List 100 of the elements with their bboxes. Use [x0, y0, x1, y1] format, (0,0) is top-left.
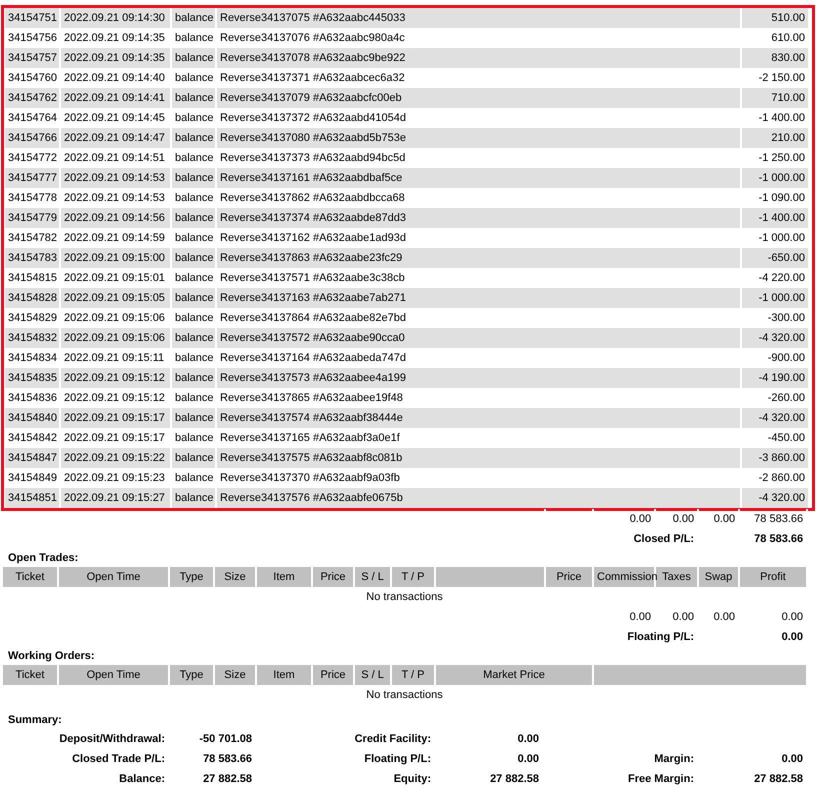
table-cell: 34154766: [5, 128, 60, 148]
column-header: T / P: [391, 665, 435, 685]
summary-label: Floating P/L:: [256, 749, 435, 769]
empty-message: No transactions: [3, 587, 807, 607]
column-header: Price: [312, 665, 354, 685]
table-cell: 34154835: [5, 368, 60, 388]
table-cell: 2022.09.21 09:15:22: [60, 448, 171, 468]
summary-value: -50 701.08: [169, 729, 256, 749]
table-cell: Reverse34137161 #A632aabdbaf5ce: [216, 168, 742, 188]
summary-label: Equity:: [256, 769, 435, 789]
table-cell: 710.00: [741, 88, 810, 108]
column-header: T / P: [391, 567, 435, 587]
column-header: Price: [545, 567, 593, 587]
table-cell: 510.00: [741, 8, 810, 28]
column-header: Open Time: [58, 665, 169, 685]
summary-value: 27 882.58: [435, 769, 543, 789]
table-cell: balance: [171, 88, 216, 108]
table-cell: 2022.09.21 09:14:47: [60, 128, 171, 148]
table-cell: balance: [171, 408, 216, 428]
total-value: 0.00: [593, 509, 656, 529]
column-header: Market Price: [435, 665, 593, 685]
table-cell: balance: [171, 48, 216, 68]
total-label: Closed P/L:: [3, 529, 698, 549]
total-label: Floating P/L:: [3, 627, 698, 647]
table-cell: 34154847: [5, 448, 60, 468]
table-cell: balance: [171, 328, 216, 348]
table-cell: Reverse34137078 #A632aabc9be922: [216, 48, 742, 68]
summary-label: Closed Trade P/L:: [3, 749, 169, 769]
table-cell: Reverse34137374 #A632aabde87dd3: [216, 208, 742, 228]
table-cell: balance: [171, 488, 216, 508]
total-value: 0.00: [739, 607, 807, 627]
table-cell: -1 000.00: [741, 168, 810, 188]
total-value: 0.00: [655, 607, 698, 627]
table-cell: 2022.09.21 09:14:41: [60, 88, 171, 108]
column-header: Item: [256, 665, 312, 685]
table-cell: balance: [171, 368, 216, 388]
table-cell: 830.00: [741, 48, 810, 68]
table-cell: Reverse34137574 #A632aabf38444e: [216, 408, 742, 428]
column-header: Type: [169, 665, 214, 685]
table-cell: 210.00: [741, 128, 810, 148]
column-header: Ticket: [3, 665, 58, 685]
table-cell: 34154777: [5, 168, 60, 188]
table-cell: 2022.09.21 09:15:00: [60, 248, 171, 268]
section-title: Working Orders:: [7, 649, 96, 664]
table-cell: 34154757: [5, 48, 60, 68]
table-cell: balance: [171, 208, 216, 228]
summary-label: Margin:: [543, 749, 698, 769]
table-cell: 2022.09.21 09:15:17: [60, 408, 171, 428]
table-cell: Reverse34137075 #A632aabc445033: [216, 8, 742, 28]
table-cell: 2022.09.21 09:14:53: [60, 168, 171, 188]
summary-label: Balance:: [3, 769, 169, 789]
column-header: Profit: [739, 567, 807, 587]
table-cell: Reverse34137576 #A632aabfe0675b: [216, 488, 742, 508]
table-cell: 34154779: [5, 208, 60, 228]
total-value: 0.00: [698, 607, 739, 627]
column-header: Type: [169, 567, 214, 587]
table-cell: -4 320.00: [741, 328, 810, 348]
table-cell: -4 320.00: [741, 408, 810, 428]
table-cell: balance: [171, 448, 216, 468]
column-header: S / L: [354, 665, 391, 685]
column-header: Item: [256, 567, 312, 587]
table-cell: 34154832: [5, 328, 60, 348]
summary-label: Credit Facility:: [256, 729, 435, 749]
table-cell: 2022.09.21 09:15:12: [60, 368, 171, 388]
table-cell: balance: [171, 8, 216, 28]
summary-value: 27 882.58: [698, 769, 807, 789]
total-value: 0.00: [593, 607, 655, 627]
table-cell: 2022.09.21 09:14:35: [60, 48, 171, 68]
summary-label: Free Margin:: [543, 769, 698, 789]
total-value: 0.00: [655, 509, 698, 529]
total-value: 0.00: [739, 627, 807, 647]
total-value: 78 583.66: [739, 529, 808, 549]
table-cell: balance: [171, 248, 216, 268]
table-cell: 34154783: [5, 248, 60, 268]
table-cell: -4 320.00: [741, 488, 810, 508]
summary-value: 0.00: [698, 749, 807, 769]
table-cell: Reverse34137163 #A632aabe7ab271: [216, 288, 742, 308]
table-cell: 34154751: [5, 8, 60, 28]
section-title: Summary:: [7, 713, 63, 728]
table-cell: 34154840: [5, 408, 60, 428]
summary-value: 27 882.58: [169, 769, 256, 789]
column-header: Size: [214, 567, 256, 587]
table-cell: 34154851: [5, 488, 60, 508]
table-cell: 2022.09.21 09:15:06: [60, 328, 171, 348]
empty-message: No transactions: [3, 685, 807, 705]
table-cell: Reverse34137863 #A632aabe23fc29: [216, 248, 742, 268]
total-value: 78 583.66: [739, 509, 808, 529]
table-cell: 2022.09.21 09:14:30: [60, 8, 171, 28]
table-cell: -4 190.00: [741, 368, 810, 388]
table-cell: Reverse34137575 #A632aabf8c081b: [216, 448, 742, 468]
summary-value: 0.00: [435, 729, 543, 749]
summary-label: Deposit/Withdrawal:: [3, 729, 169, 749]
summary-value: 78 583.66: [169, 749, 256, 769]
table-cell: -1 000.00: [741, 288, 810, 308]
column-header: Swap: [698, 567, 739, 587]
column-header: Ticket: [3, 567, 58, 587]
total-value: 0.00: [698, 509, 740, 529]
table-cell: 2022.09.21 09:14:56: [60, 208, 171, 228]
column-header: Commission: [593, 567, 655, 587]
table-cell: Reverse34137572 #A632aabe90cca0: [216, 328, 742, 348]
